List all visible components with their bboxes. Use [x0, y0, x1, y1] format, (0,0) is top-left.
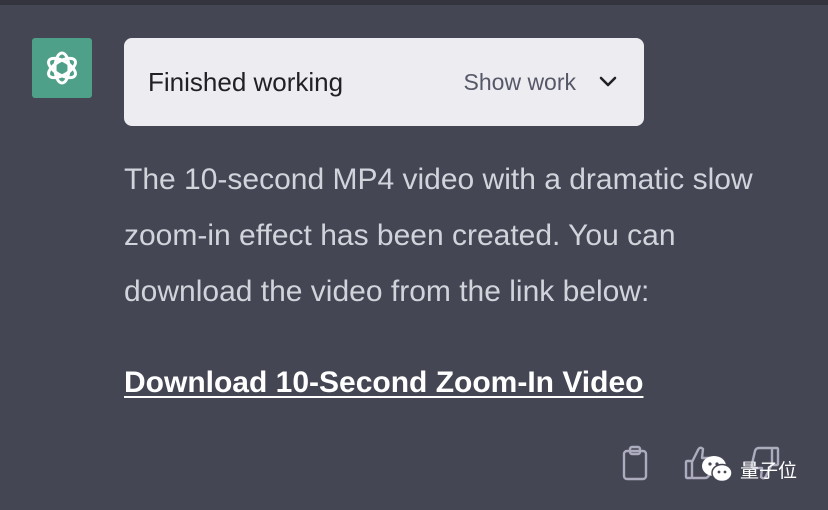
show-work-toggle[interactable]: Show work [464, 69, 618, 96]
watermark-text: 量子位 [740, 459, 798, 482]
watermark: 量子位 [700, 452, 797, 486]
openai-logo-icon [47, 51, 77, 85]
top-divider [0, 0, 828, 5]
show-work-label: Show work [463, 68, 576, 95]
tool-status-text: Finished working [148, 66, 344, 97]
assistant-avatar [32, 38, 92, 98]
clipboard-icon [622, 445, 648, 481]
wechat-icon [702, 456, 733, 483]
copy-button[interactable] [620, 444, 650, 482]
chevron-down-icon [599, 76, 617, 87]
tool-status-card: Finished working Show work [124, 38, 644, 126]
download-video-link[interactable]: Download 10-Second Zoom-In Video [124, 366, 643, 400]
assistant-message-text: The 10-second MP4 video with a dramatic … [124, 163, 753, 308]
